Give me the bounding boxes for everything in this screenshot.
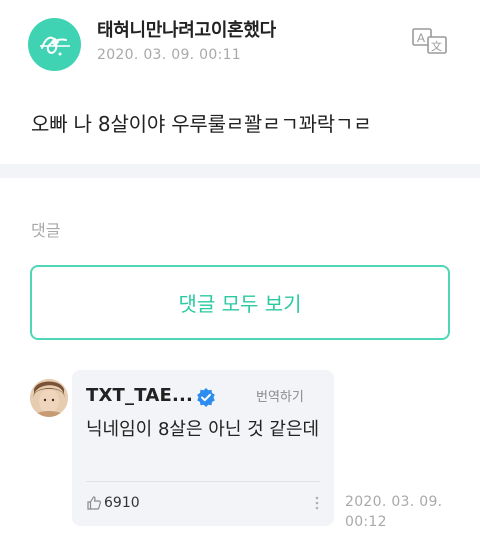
verified-badge-icon	[196, 387, 216, 407]
author-avatar[interactable]	[28, 18, 81, 71]
translate-button[interactable]: A 文	[411, 26, 451, 56]
comment-translate-link[interactable]: 번역하기	[256, 386, 304, 405]
comment-bubble: TXT_TAE... 번역하기 닉네임이 8살은 아닌 것 같은데 6910	[72, 370, 334, 526]
comment-author-name[interactable]: TXT_TAE...	[86, 385, 193, 406]
thumbs-up-icon[interactable]	[86, 495, 102, 511]
post-timestamp: 2020. 03. 09. 00:11	[97, 47, 242, 63]
comments-section-label: 댓글	[31, 221, 61, 240]
signature-logo-icon	[40, 36, 70, 56]
commenter-avatar[interactable]	[30, 379, 68, 417]
view-all-comments-button[interactable]: 댓글 모두 보기	[30, 265, 450, 340]
svg-text:文: 文	[431, 39, 442, 53]
comment-timestamp: 2020. 03. 09. 00:12	[345, 492, 442, 532]
commenter-photo-icon	[30, 379, 68, 417]
post-author-name[interactable]: 태혀니만나려고이혼했다	[97, 16, 276, 42]
post-body-text: 오빠 나 8살이야 우루룰ㄹ꽐ㄹㄱ꽈락ㄱㄹ	[31, 112, 372, 136]
comment-date: 2020. 03. 09.	[345, 494, 443, 510]
comment-time: 00:12	[345, 514, 387, 530]
comment-text: 닉네임이 8살은 아닌 것 같은데	[86, 419, 320, 440]
translate-icon: A 文	[412, 28, 447, 54]
comment-divider	[86, 481, 320, 482]
like-count: 6910	[104, 495, 140, 511]
post-header: 태혀니만나려고이혼했다 2020. 03. 09. 00:11 A 文	[0, 0, 480, 80]
section-divider	[0, 164, 480, 178]
svg-text:A: A	[417, 31, 425, 45]
more-options-icon[interactable]	[314, 494, 320, 512]
